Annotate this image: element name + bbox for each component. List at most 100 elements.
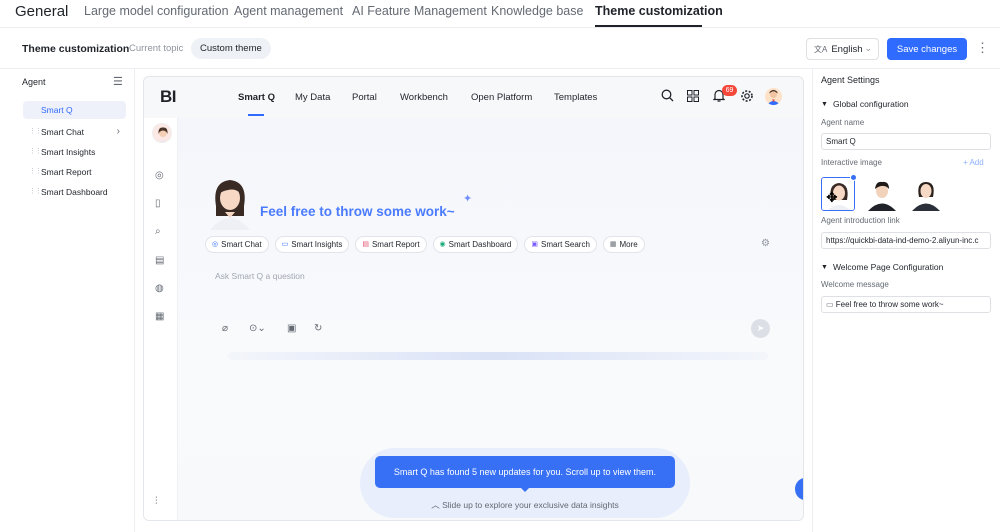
- more-options-icon[interactable]: ⋮: [976, 39, 989, 57]
- sliders-icon[interactable]: ⫶: [155, 496, 158, 507]
- sidebar-item-label: Smart Report: [41, 167, 92, 177]
- image-option-female-business[interactable]: [909, 177, 943, 211]
- language-select[interactable]: 文A English ⌄: [806, 38, 879, 60]
- drag-handle-icon[interactable]: ⋮⋮: [29, 143, 42, 161]
- agent-avatar-icon[interactable]: [152, 123, 172, 143]
- global-config-section[interactable]: ▼ Global configuration: [821, 99, 909, 109]
- attachment-icon[interactable]: ⌀: [222, 323, 228, 334]
- chip-smart-insights[interactable]: ▭ Smart Insights: [274, 236, 350, 253]
- welcome-message-value: Feel free to throw some work~: [835, 300, 944, 309]
- tab-ai-feature-management[interactable]: AI Feature Management: [352, 4, 487, 18]
- preview-nav-my-data[interactable]: My Data: [295, 92, 330, 103]
- brand-title: General: [15, 3, 69, 20]
- refresh-icon[interactable]: ↻: [314, 323, 322, 334]
- agent-settings-panel: Agent Settings ▼ Global configuration Ag…: [812, 69, 1000, 532]
- slide-up-hint-text: Slide up to explore your exclusive data …: [442, 500, 619, 510]
- updates-toast[interactable]: Smart Q has found 5 new updates for you.…: [375, 456, 675, 488]
- translate-icon: 文A: [814, 44, 828, 54]
- drag-handle-icon[interactable]: ⋮⋮: [29, 183, 42, 201]
- model-select-icon[interactable]: ⊙⌄: [249, 323, 266, 334]
- chevron-up-icon: ︿: [431, 500, 443, 510]
- chip-smart-dashboard[interactable]: ◉ Smart Dashboard: [432, 236, 519, 253]
- gear-icon[interactable]: [740, 89, 754, 108]
- floating-assistant-button[interactable]: [795, 478, 803, 500]
- apps-grid-icon[interactable]: ▦: [155, 311, 164, 322]
- query-icon[interactable]: ⌕: [155, 226, 161, 237]
- chip-smart-search[interactable]: ▣ Smart Search: [524, 236, 597, 253]
- question-input-placeholder: Ask Smart Q a question: [215, 271, 305, 281]
- intro-link-field[interactable]: https://quickbi-data-ind-demo-2.aliyun-i…: [821, 232, 991, 249]
- search-icon[interactable]: [661, 89, 674, 107]
- language-value: English: [831, 43, 863, 55]
- preview-nav-smart-q[interactable]: Smart Q: [238, 92, 275, 103]
- preview-nav-workbench[interactable]: Workbench: [400, 92, 448, 103]
- chevron-down-icon: ▼: [821, 100, 828, 108]
- tab-large-model-configuration[interactable]: Large model configuration: [84, 4, 229, 18]
- smart-q-icon[interactable]: ◎: [155, 170, 164, 181]
- sidebar-item-label: Smart Insights: [41, 147, 96, 157]
- apps-grid-icon[interactable]: [687, 89, 699, 107]
- tab-agent-management[interactable]: Agent management: [234, 4, 343, 18]
- current-topic-option[interactable]: Current topic: [120, 38, 192, 59]
- top-navigation: General Large model configuration Agent …: [0, 0, 1000, 28]
- table-icon[interactable]: ▣: [287, 323, 296, 334]
- welcome-page-section[interactable]: ▼ Welcome Page Configuration: [821, 262, 943, 272]
- report-icon[interactable]: ▤: [155, 255, 164, 266]
- message-icon: ▭: [826, 300, 836, 309]
- preview-nav-open-platform[interactable]: Open Platform: [471, 92, 532, 103]
- dashboard-icon: ◉: [439, 241, 446, 248]
- divider: [228, 352, 768, 360]
- chip-label: Smart Insights: [291, 240, 343, 249]
- sidebar-item-label: Smart Dashboard: [41, 187, 108, 197]
- sidebar-item-smart-q[interactable]: Smart Q: [23, 101, 126, 119]
- chip-label: Smart Search: [540, 240, 590, 249]
- save-changes-button[interactable]: Save changes: [887, 38, 967, 60]
- book-icon[interactable]: ▯: [155, 198, 161, 209]
- insight-icon[interactable]: ◍: [155, 283, 164, 294]
- chip-smart-chat[interactable]: ◎ Smart Chat: [205, 236, 269, 253]
- custom-theme-option[interactable]: Custom theme: [191, 38, 271, 59]
- chevron-right-icon[interactable]: ›: [117, 123, 120, 141]
- chip-smart-report[interactable]: ▤ Smart Report: [355, 236, 427, 253]
- insights-icon: ▭: [281, 241, 289, 248]
- collapse-menu-icon[interactable]: ☰: [113, 75, 123, 88]
- report-icon: ▤: [362, 241, 369, 248]
- sub-header: Theme customization Current topic Custom…: [0, 29, 1000, 69]
- interactive-image-label: Interactive image: [821, 158, 882, 167]
- user-avatar[interactable]: [765, 88, 782, 105]
- sidebar-item-smart-chat[interactable]: ⋮⋮ Smart Chat ›: [23, 123, 126, 141]
- agent-sidebar: Agent ☰ Smart Q ⋮⋮ Smart Chat › ⋮⋮ Smart…: [15, 69, 135, 532]
- chat-icon: ◎: [212, 241, 219, 248]
- preview-nav-templates[interactable]: Templates: [554, 92, 597, 103]
- chip-settings-icon[interactable]: ⚙: [761, 238, 770, 249]
- image-option-male[interactable]: [865, 177, 899, 211]
- question-input-area[interactable]: Ask Smart Q a question ⌀ ⊙⌄ ▣ ↻ ➤: [205, 260, 791, 350]
- drag-handle-icon[interactable]: ⋮⋮: [29, 163, 42, 181]
- bi-logo: BI: [160, 87, 177, 106]
- active-nav-indicator: [248, 114, 264, 116]
- agent-name-field[interactable]: Smart Q: [821, 133, 991, 150]
- intro-link-label: Agent introduction link: [821, 216, 900, 225]
- sidebar-item-label: Smart Q: [41, 105, 73, 115]
- welcome-message-field[interactable]: ▭ Feel free to throw some work~: [821, 296, 991, 313]
- add-image-button[interactable]: + Add: [963, 158, 984, 167]
- search-icon: ▣: [531, 241, 538, 248]
- tab-theme-customization[interactable]: Theme customization: [595, 4, 723, 18]
- move-cursor-icon: ✥: [826, 189, 838, 205]
- settings-title: Agent Settings: [821, 75, 880, 85]
- section-title: Global configuration: [832, 99, 909, 109]
- sidebar-item-label: Smart Chat: [41, 127, 84, 137]
- slide-up-hint[interactable]: ︿ Slide up to explore your exclusive dat…: [360, 499, 690, 511]
- drag-handle-icon[interactable]: ⋮⋮: [29, 123, 42, 141]
- sparkle-icon: ✦: [463, 193, 473, 205]
- preview-nav-portal[interactable]: Portal: [352, 92, 377, 103]
- chip-label: Smart Dashboard: [448, 240, 512, 249]
- send-button[interactable]: ➤: [751, 319, 770, 338]
- section-title: Welcome Page Configuration: [832, 262, 944, 272]
- sidebar-item-smart-insights[interactable]: ⋮⋮ Smart Insights: [23, 143, 126, 161]
- chip-more[interactable]: ▦ More: [602, 236, 645, 253]
- sidebar-item-smart-report[interactable]: ⋮⋮ Smart Report: [23, 163, 126, 181]
- sidebar-item-smart-dashboard[interactable]: ⋮⋮ Smart Dashboard: [23, 183, 126, 201]
- tab-knowledge-base[interactable]: Knowledge base: [491, 4, 583, 18]
- chevron-down-icon: ▼: [821, 263, 828, 271]
